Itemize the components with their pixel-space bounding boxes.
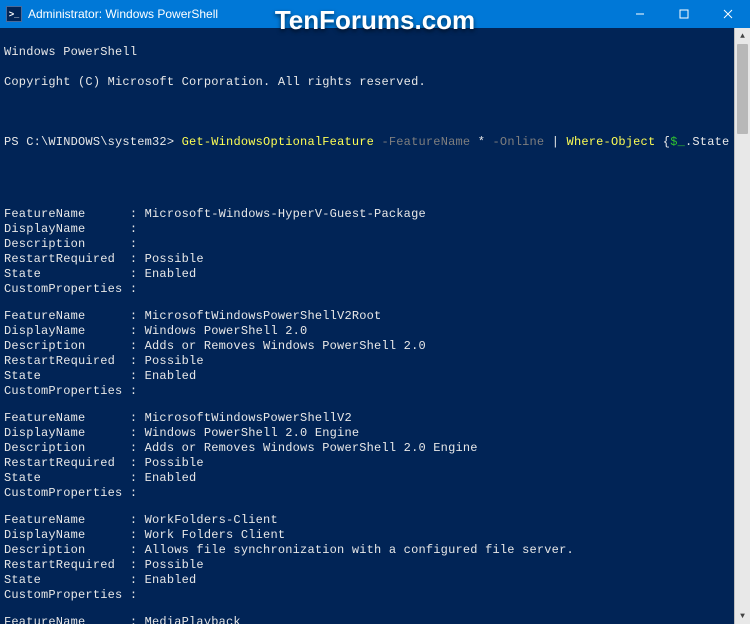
feature-row-description: Description : Adds or Removes Windows Po… <box>4 441 746 456</box>
feature-row-description: Description : Allows file synchronizatio… <box>4 543 746 558</box>
window-title: Administrator: Windows PowerShell <box>28 7 618 21</box>
powershell-icon: >_ <box>6 6 22 22</box>
minimize-button[interactable] <box>618 0 662 28</box>
scroll-up-arrow[interactable]: ▲ <box>735 28 750 44</box>
feature-block: FeatureName : Microsoft-Windows-HyperV-G… <box>4 207 746 297</box>
terminal-output[interactable]: Windows PowerShell Copyright (C) Microso… <box>0 28 750 624</box>
feature-row-customproperties: CustomProperties : <box>4 384 746 399</box>
feature-row-customproperties: CustomProperties : <box>4 486 746 501</box>
feature-row-featurename: FeatureName : MediaPlayback <box>4 615 746 624</box>
feature-row-description: Description : <box>4 237 746 252</box>
scroll-thumb[interactable] <box>737 44 748 134</box>
feature-row-restartrequired: RestartRequired : Possible <box>4 252 746 267</box>
feature-row-displayname: DisplayName : Work Folders Client <box>4 528 746 543</box>
feature-row-featurename: FeatureName : MicrosoftWindowsPowerShell… <box>4 309 746 324</box>
feature-row-restartrequired: RestartRequired : Possible <box>4 354 746 369</box>
feature-row-featurename: FeatureName : WorkFolders-Client <box>4 513 746 528</box>
feature-block: FeatureName : MicrosoftWindowsPowerShell… <box>4 411 746 501</box>
header-line: Windows PowerShell <box>4 45 746 60</box>
feature-row-state: State : Enabled <box>4 369 746 384</box>
feature-row-customproperties: CustomProperties : <box>4 282 746 297</box>
scroll-down-arrow[interactable]: ▼ <box>735 608 750 624</box>
feature-row-description: Description : Adds or Removes Windows Po… <box>4 339 746 354</box>
feature-row-displayname: DisplayName : Windows PowerShell 2.0 <box>4 324 746 339</box>
feature-block: FeatureName : MicrosoftWindowsPowerShell… <box>4 309 746 399</box>
feature-row-restartrequired: RestartRequired : Possible <box>4 456 746 471</box>
feature-block: FeatureName : WorkFolders-ClientDisplayN… <box>4 513 746 603</box>
feature-row-displayname: DisplayName : Windows PowerShell 2.0 Eng… <box>4 426 746 441</box>
feature-row-featurename: FeatureName : Microsoft-Windows-HyperV-G… <box>4 207 746 222</box>
maximize-button[interactable] <box>662 0 706 28</box>
feature-row-featurename: FeatureName : MicrosoftWindowsPowerShell… <box>4 411 746 426</box>
close-button[interactable] <box>706 0 750 28</box>
feature-block: FeatureName : MediaPlaybackDisplayName :… <box>4 615 746 624</box>
scroll-track[interactable] <box>735 44 750 608</box>
window-controls <box>618 0 750 28</box>
feature-row-displayname: DisplayName : <box>4 222 746 237</box>
prompt-line: PS C:\WINDOWS\system32> Get-WindowsOptio… <box>4 135 746 150</box>
feature-row-state: State : Enabled <box>4 573 746 588</box>
feature-row-restartrequired: RestartRequired : Possible <box>4 558 746 573</box>
window-titlebar: >_ Administrator: Windows PowerShell <box>0 0 750 28</box>
vertical-scrollbar[interactable]: ▲ ▼ <box>734 28 750 624</box>
feature-row-customproperties: CustomProperties : <box>4 588 746 603</box>
feature-row-state: State : Enabled <box>4 471 746 486</box>
copyright-line: Copyright (C) Microsoft Corporation. All… <box>4 75 746 90</box>
feature-row-state: State : Enabled <box>4 267 746 282</box>
